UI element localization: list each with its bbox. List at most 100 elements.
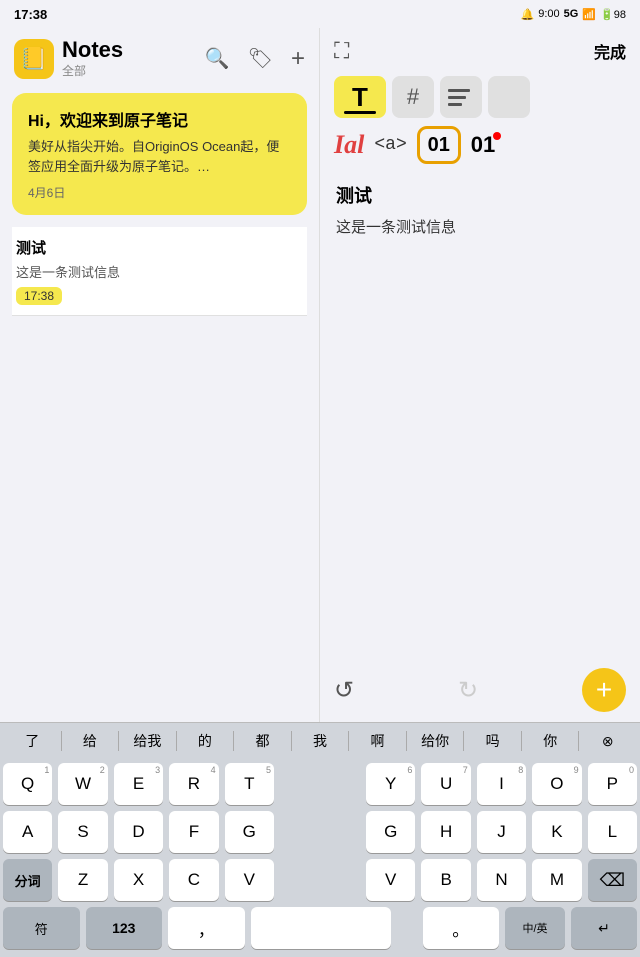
suggestion-给[interactable]: 给 [62,731,119,751]
search-button[interactable]: 🔍 [205,46,230,71]
dot-label: 01 [471,132,495,158]
key-comma[interactable]: ， [168,907,245,949]
delete-suggestion-button[interactable]: ⊗ [579,733,636,750]
key-G-left[interactable]: G [225,811,274,853]
list-line-2 [448,96,466,99]
key-H[interactable]: H [421,811,470,853]
status-bar: 17:38 🔔 9:00 5G 📶 🔋98 [0,0,640,28]
note-content-area[interactable]: 测试 这是一条测试信息 [320,172,640,660]
suggestion-都[interactable]: 都 [234,731,291,751]
note-card-test[interactable]: 测试 这是一条测试信息 17:38 [12,227,307,316]
key-W[interactable]: 2W [58,763,107,805]
note-content-body: 这是一条测试信息 [336,216,624,240]
key-zhongying[interactable]: 中/英 [505,907,565,949]
keyboard-area: 了 给 给我 的 都 我 啊 给你 吗 你 ⊗ 1Q 2W 3E 4R 5T 6… [0,722,640,957]
key-N[interactable]: N [477,859,526,901]
main-layout: 📒 Notes 全部 🔍 🏷 + Hi，欢迎来到原子笔记 美好从指尖开始。自Or… [0,28,640,722]
suggestion-你[interactable]: 你 [522,731,579,751]
done-button[interactable]: 完成 [594,39,626,63]
5g-icon: 5G [564,8,579,20]
format-circled-button[interactable]: 01 [417,126,461,164]
suggestion-给你[interactable]: 给你 [407,731,464,751]
suggestion-啊[interactable]: 啊 [349,731,406,751]
key-I[interactable]: 8I [477,763,526,805]
note-body-test: 这是一条测试信息 [16,262,303,281]
key-Q[interactable]: 1Q [3,763,52,805]
delete-button[interactable]: ⌫ [588,859,637,901]
expand-button[interactable]: ⛶ [334,38,349,64]
status-time: 17:38 [14,7,47,22]
right-action-bar: ↺ ↻ + [320,660,640,722]
format-italic-button[interactable]: Ial [334,130,364,160]
list-line-1 [448,89,470,92]
keyboard-gap-4 [397,907,417,949]
format-list-button[interactable] [440,76,482,118]
key-B[interactable]: B [421,859,470,901]
undo-button[interactable]: ↺ [334,676,354,705]
key-O[interactable]: 9O [532,763,581,805]
key-F[interactable]: F [169,811,218,853]
key-C[interactable]: C [169,859,218,901]
suggestion-了[interactable]: 了 [4,731,61,751]
add-fab-button[interactable]: + [582,668,626,712]
suggestion-我[interactable]: 我 [292,731,349,751]
format-code-button[interactable]: <a> [374,135,406,155]
key-fenci[interactable]: 分词 [3,859,52,901]
key-E[interactable]: 3E [114,763,163,805]
battery-icon: 🔔 [521,8,535,21]
key-T[interactable]: 5T [225,763,274,805]
key-fu[interactable]: 符 [3,907,80,949]
left-header: 📒 Notes 全部 🔍 🏷 + [0,28,319,85]
note-content-title: 测试 [336,182,624,208]
format-text-button[interactable]: T [334,76,386,118]
list-line-3 [448,103,462,106]
key-P[interactable]: 0P [588,763,637,805]
format-heading-button[interactable]: # [392,76,434,118]
key-S[interactable]: S [58,811,107,853]
notes-list: Hi，欢迎来到原子笔记 美好从指尖开始。自OriginOS Ocean起，便签应… [0,85,319,722]
key-M[interactable]: M [532,859,581,901]
format-table-button[interactable] [488,76,530,118]
app-title: Notes [62,38,123,62]
key-123[interactable]: 123 [86,907,163,949]
suggestion-的[interactable]: 的 [177,731,234,751]
key-row-4: 符 123 ， 。 中/英 ↵ [3,907,637,949]
key-L[interactable]: L [588,811,637,853]
key-space[interactable] [251,907,391,949]
app-subtitle: 全部 [62,62,123,79]
key-period[interactable]: 。 [423,907,500,949]
signal-text: 9:00 [538,8,559,20]
key-V-left[interactable]: V [225,859,274,901]
key-Y[interactable]: 6Y [366,763,415,805]
format-dot-button[interactable]: 01 [471,132,495,158]
red-dot-icon [493,132,501,140]
redo-button[interactable]: ↻ [458,676,478,705]
keyboard-gap-3 [280,859,360,901]
key-D[interactable]: D [114,811,163,853]
key-return[interactable]: ↵ [571,907,637,949]
key-U[interactable]: 7U [421,763,470,805]
key-K[interactable]: K [532,811,581,853]
add-note-button[interactable]: + [291,45,305,73]
note-card-welcome[interactable]: Hi，欢迎来到原子笔记 美好从指尖开始。自OriginOS Ocean起，便签应… [12,93,307,215]
suggestions-bar: 了 给 给我 的 都 我 啊 给你 吗 你 ⊗ [0,723,640,759]
key-J[interactable]: J [477,811,526,853]
app-title-block: Notes 全部 [62,38,123,79]
wifi-icon: 📶 [582,8,596,21]
suggestion-给我[interactable]: 给我 [119,731,176,751]
app-icon: 📒 [14,39,54,79]
keyboard-gap-2 [280,811,360,853]
battery-status: 🔋98 [600,8,626,21]
key-X[interactable]: X [114,859,163,901]
key-row-1: 1Q 2W 3E 4R 5T 6Y 7U 8I 9O 0P [3,763,637,805]
key-G-right[interactable]: G [366,811,415,853]
key-A[interactable]: A [3,811,52,853]
key-R[interactable]: 4R [169,763,218,805]
tag-button[interactable]: 🏷 [248,46,273,71]
suggestion-吗[interactable]: 吗 [464,731,521,751]
note-title-welcome: Hi，欢迎来到原子笔记 [28,107,291,131]
circled-label: 01 [428,134,450,157]
key-V-right[interactable]: V [366,859,415,901]
note-time-badge: 17:38 [16,287,62,305]
key-Z[interactable]: Z [58,859,107,901]
